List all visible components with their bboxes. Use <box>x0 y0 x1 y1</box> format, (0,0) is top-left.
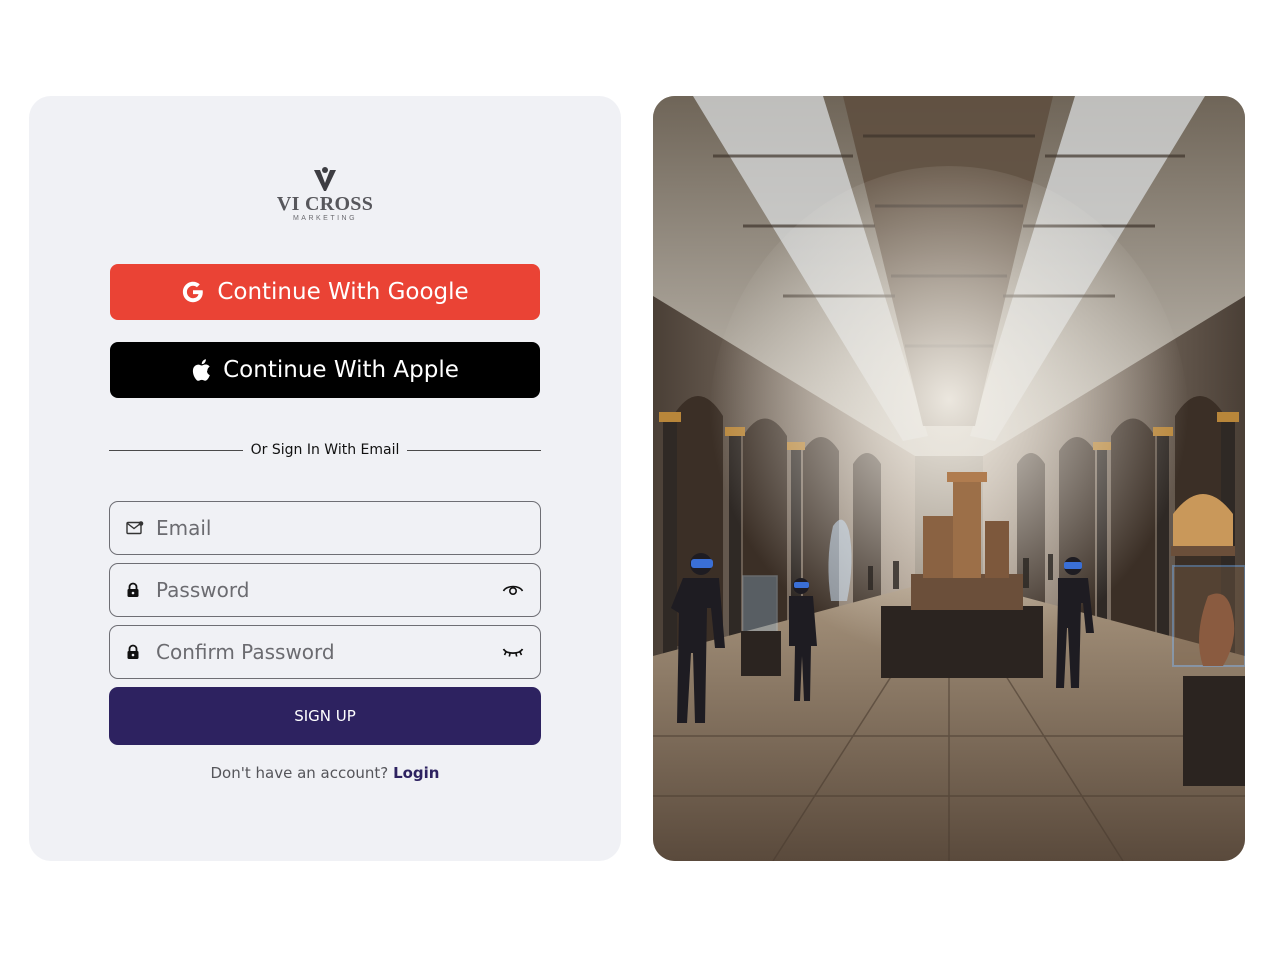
divider-line <box>109 449 243 451</box>
google-icon <box>181 280 205 304</box>
apple-icon <box>191 358 211 382</box>
password-field[interactable] <box>109 563 541 617</box>
password-input[interactable] <box>156 564 486 616</box>
lock-icon <box>126 582 140 598</box>
confirm-password-input[interactable] <box>156 626 486 678</box>
continue-with-google-button[interactable]: Continue With Google <box>110 264 540 320</box>
email-divider: Or Sign In With Email <box>109 439 541 461</box>
google-button-label: Continue With Google <box>217 279 469 305</box>
signup-card: VI CROSS MARKETING Continue With Google … <box>29 96 621 861</box>
sign-up-button[interactable]: SIGN UP <box>109 687 541 745</box>
email-field[interactable] <box>109 501 541 555</box>
login-link[interactable]: Login <box>393 764 439 782</box>
divider-line <box>407 449 541 451</box>
mail-icon <box>126 521 144 535</box>
museum-illustration <box>653 96 1245 861</box>
museum-hero-image <box>653 96 1245 861</box>
brand-logo: VI CROSS MARKETING <box>29 166 621 222</box>
eye-closed-icon[interactable] <box>502 645 524 659</box>
eye-icon[interactable] <box>502 583 524 597</box>
continue-with-apple-button[interactable]: Continue With Apple <box>110 342 540 398</box>
apple-button-label: Continue With Apple <box>223 357 459 383</box>
login-prompt: Don't have an account? Login <box>29 764 621 782</box>
login-prompt-text: Don't have an account? <box>210 764 389 782</box>
brand-name: VI CROSS <box>276 193 374 215</box>
confirm-password-field[interactable] <box>109 625 541 679</box>
brand-tagline: MARKETING <box>292 215 358 222</box>
lock-icon <box>126 644 140 660</box>
logo-mark-icon <box>314 167 336 191</box>
email-input[interactable] <box>156 502 486 554</box>
divider-text: Or Sign In With Email <box>250 442 400 458</box>
